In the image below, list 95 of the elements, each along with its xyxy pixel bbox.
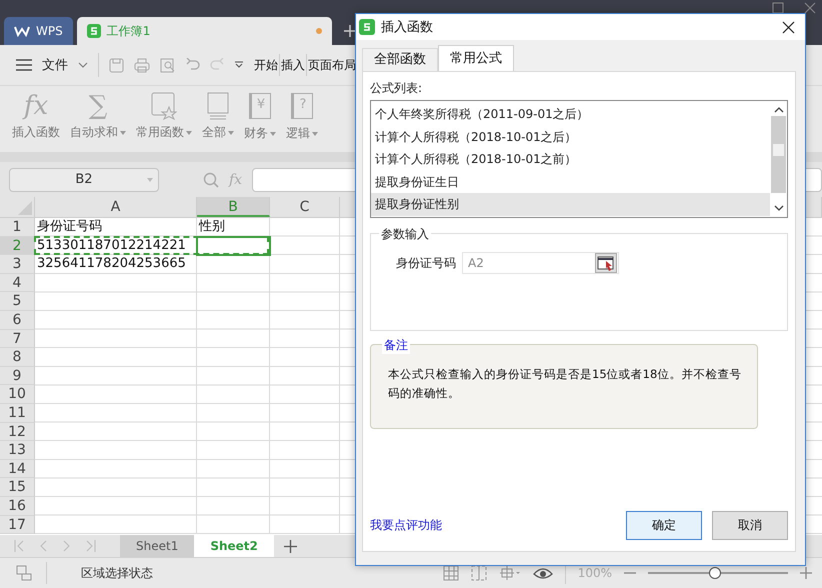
- app-tab[interactable]: WPS: [4, 17, 73, 45]
- row-header[interactable]: 10: [0, 385, 35, 404]
- row-header[interactable]: 6: [0, 310, 35, 330]
- save-icon[interactable]: [109, 58, 124, 72]
- ok-button[interactable]: 确定: [626, 511, 702, 540]
- ribbon-tab[interactable]: 页面布局: [308, 56, 356, 74]
- active-cell[interactable]: [196, 236, 271, 256]
- row-header[interactable]: 5: [0, 292, 35, 311]
- ribbon-button[interactable]: ∑ 自动求和: [70, 92, 126, 152]
- row-header[interactable]: 17: [0, 516, 35, 534]
- spreadsheet-icon: [86, 24, 101, 38]
- print-icon[interactable]: [134, 58, 150, 72]
- caret-icon[interactable]: [270, 132, 276, 136]
- w-logo-icon: [14, 25, 30, 37]
- preview-icon[interactable]: [160, 58, 176, 72]
- function-star-icon: [151, 92, 177, 120]
- chevron-down-icon[interactable]: [234, 61, 244, 69]
- name-box[interactable]: B2: [9, 168, 159, 192]
- ribbon-button[interactable]: 常用函数: [136, 92, 192, 152]
- table-cell: 513301187012214221: [37, 238, 186, 253]
- page-break-icon[interactable]: [470, 565, 487, 581]
- row-header[interactable]: 14: [0, 460, 35, 478]
- table-cell: 身份证号码: [37, 219, 102, 234]
- chevron-down-icon[interactable]: [78, 62, 88, 68]
- status-text: 区域选择状态: [81, 564, 153, 582]
- row-header[interactable]: 7: [0, 330, 35, 348]
- close-icon[interactable]: [782, 20, 795, 34]
- scroll-up-icon[interactable]: [774, 107, 784, 113]
- row-header[interactable]: 12: [0, 422, 35, 442]
- menu-icon[interactable]: [16, 59, 32, 71]
- feedback-link[interactable]: 我要点评功能: [370, 517, 442, 534]
- row-header[interactable]: 16: [0, 496, 35, 516]
- row-header[interactable]: 11: [0, 404, 35, 423]
- column-header[interactable]: C: [270, 197, 340, 217]
- ribbon-button[interactable]: 全部: [202, 92, 234, 152]
- zoom-search-icon[interactable]: [203, 172, 219, 188]
- cancel-button[interactable]: 取消: [712, 511, 788, 540]
- table-cell: 325641178204253665: [37, 256, 186, 272]
- book-icon: ?: [291, 93, 313, 119]
- field-label: 身份证号码: [396, 254, 456, 272]
- range-select-icon[interactable]: [595, 253, 617, 273]
- ribbon-tab[interactable]: 开始: [254, 56, 278, 74]
- file-menu[interactable]: 文件: [42, 56, 68, 74]
- normal-view-icon[interactable]: [442, 565, 459, 581]
- ribbon-button[interactable]: fx 插入函数: [12, 92, 60, 152]
- input-field[interactable]: A2: [462, 252, 619, 274]
- row-header[interactable]: 4: [0, 274, 35, 292]
- ribbon-button[interactable]: ¥ 财务: [244, 92, 276, 152]
- dialog-tab[interactable]: 全部函数: [362, 48, 438, 71]
- new-tab-icon[interactable]: [344, 25, 356, 37]
- dialog-tab[interactable]: 常用公式: [438, 45, 514, 71]
- dialog-title: 插入函数: [381, 19, 433, 36]
- ribbon-tab[interactable]: 插入: [281, 56, 305, 74]
- row-header[interactable]: 13: [0, 441, 35, 460]
- function-doc-icon: [207, 92, 229, 120]
- next-sheet-icon[interactable]: [62, 540, 72, 552]
- caret-icon[interactable]: [186, 130, 192, 134]
- formula-item[interactable]: 提取身份证生日: [371, 170, 770, 194]
- formula-item[interactable]: 计算个人所得税（2018-10-01之后）: [371, 126, 770, 148]
- row-header[interactable]: 3: [0, 255, 35, 274]
- prev-sheet-icon[interactable]: [38, 540, 48, 552]
- scroll-down-icon[interactable]: [774, 205, 784, 211]
- first-sheet-icon[interactable]: [14, 540, 24, 552]
- caret-icon[interactable]: [312, 132, 318, 136]
- caret-icon[interactable]: [120, 130, 126, 134]
- function-icon: fx: [24, 92, 48, 120]
- group-title: 参数输入: [379, 226, 431, 243]
- table-cell: 性别: [199, 219, 225, 234]
- zoom-slider-thumb[interactable]: [709, 567, 722, 579]
- scrollbar-thumb[interactable]: [773, 144, 784, 156]
- row-header[interactable]: 9: [0, 366, 35, 386]
- formula-item[interactable]: 个人年终奖所得税（2011-09-01之后）: [371, 103, 770, 126]
- maximize-icon[interactable]: [772, 2, 784, 14]
- caret-icon[interactable]: [147, 178, 153, 182]
- formula-item[interactable]: 计算个人所得税（2018-10-01之前）: [371, 148, 770, 171]
- ribbon-button[interactable]: ? 逻辑: [286, 92, 318, 152]
- row-header[interactable]: 15: [0, 478, 35, 497]
- sheet-tab[interactable]: Sheet1: [120, 535, 194, 557]
- sheet-tab[interactable]: Sheet2: [194, 535, 274, 557]
- last-sheet-icon[interactable]: [86, 540, 96, 552]
- note-text: 本公式只检查输入的身份证号码是否是15位或者18位。并不检查号码的准确性。: [388, 366, 742, 402]
- undo-icon[interactable]: [186, 58, 200, 72]
- spreadsheet-icon: [359, 19, 375, 35]
- note-title: 备注: [382, 337, 410, 354]
- formula-item[interactable]: 提取身份证性别: [371, 193, 770, 216]
- macro-icon[interactable]: [16, 565, 32, 581]
- book-icon: ¥: [249, 93, 271, 119]
- caret-icon[interactable]: [228, 130, 234, 134]
- add-sheet-icon[interactable]: [284, 540, 297, 552]
- freeze-icon[interactable]: [498, 565, 521, 581]
- list-label: 公式列表:: [370, 80, 424, 97]
- zoom-in-icon[interactable]: [800, 567, 812, 579]
- row-header[interactable]: 1: [0, 218, 35, 237]
- row-header[interactable]: 8: [0, 348, 35, 367]
- sigma-icon: ∑: [88, 92, 108, 120]
